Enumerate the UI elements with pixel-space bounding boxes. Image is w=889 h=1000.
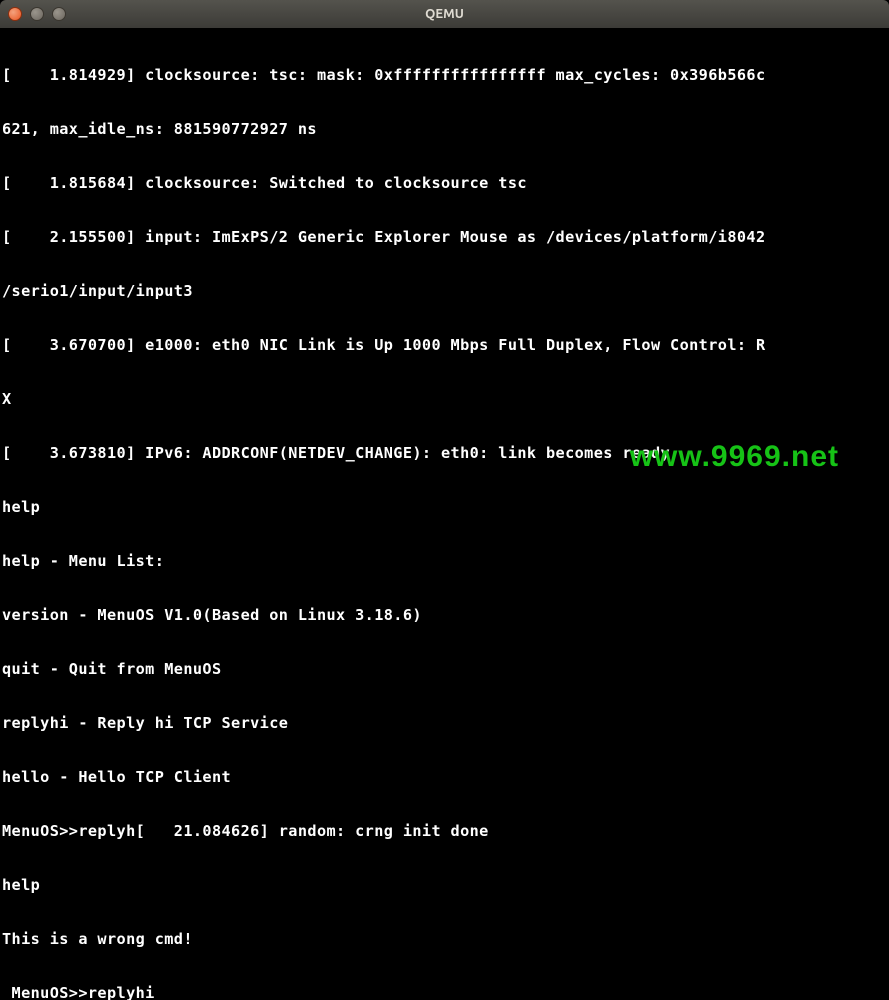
terminal-line: This is a wrong cmd!: [2, 930, 887, 948]
maximize-icon[interactable]: [52, 7, 66, 21]
window-button-group: [8, 7, 66, 21]
terminal-line: help: [2, 498, 887, 516]
window-titlebar: QEMU: [0, 0, 889, 28]
window-title: QEMU: [0, 7, 889, 21]
terminal-line: MenuOS>>replyh[ 21.084626] random: crng …: [2, 822, 887, 840]
terminal-line: hello - Hello TCP Client: [2, 768, 887, 786]
terminal-line: [ 1.814929] clocksource: tsc: mask: 0xff…: [2, 66, 887, 84]
terminal-line: MenuOS>>replyhi: [2, 984, 887, 1000]
terminal-line: [ 1.815684] clocksource: Switched to clo…: [2, 174, 887, 192]
terminal-line: [ 3.673810] IPv6: ADDRCONF(NETDEV_CHANGE…: [2, 444, 887, 462]
terminal-line: [ 3.670700] e1000: eth0 NIC Link is Up 1…: [2, 336, 887, 354]
close-icon[interactable]: [8, 7, 22, 21]
terminal-line: [ 2.155500] input: ImExPS/2 Generic Expl…: [2, 228, 887, 246]
terminal-output[interactable]: [ 1.814929] clocksource: tsc: mask: 0xff…: [0, 28, 889, 1000]
terminal-line: version - MenuOS V1.0(Based on Linux 3.1…: [2, 606, 887, 624]
minimize-icon[interactable]: [30, 7, 44, 21]
terminal-line: help: [2, 876, 887, 894]
terminal-line: /serio1/input/input3: [2, 282, 887, 300]
terminal-line: help - Menu List:: [2, 552, 887, 570]
terminal-line: X: [2, 390, 887, 408]
terminal-line: 621, max_idle_ns: 881590772927 ns: [2, 120, 887, 138]
terminal-line: quit - Quit from MenuOS: [2, 660, 887, 678]
terminal-line: replyhi - Reply hi TCP Service: [2, 714, 887, 732]
